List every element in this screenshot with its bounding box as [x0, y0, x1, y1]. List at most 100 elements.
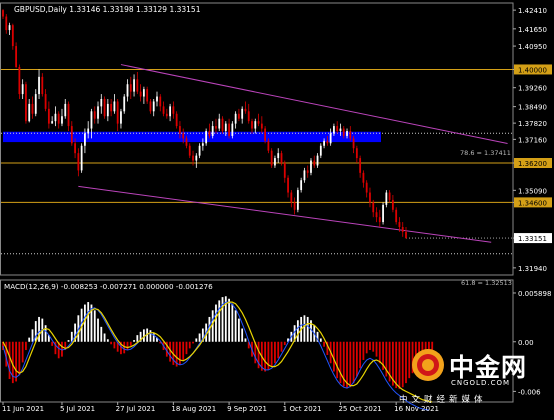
candle-body — [159, 96, 162, 107]
macd-histogram-bar — [84, 304, 86, 342]
macd-histogram-bar — [359, 341, 362, 369]
candle-body — [267, 140, 270, 151]
macd-histogram-bar — [44, 325, 47, 342]
candle-body — [139, 91, 142, 97]
time-tick-label: 25 Oct 2021 — [338, 405, 381, 413]
macd-histogram-bar — [369, 341, 371, 351]
candle-body — [398, 222, 401, 227]
candle-body — [326, 140, 329, 144]
candle-body — [257, 121, 260, 124]
macd-histogram-bar — [136, 335, 139, 342]
price-tag-label: 1.33151 — [518, 235, 547, 243]
candle-body — [175, 113, 178, 127]
macd-histogram-bar — [270, 341, 273, 367]
candle-body — [395, 209, 398, 223]
macd-histogram-bar — [346, 341, 348, 389]
candle-body — [34, 94, 37, 114]
candle-body — [38, 76, 40, 95]
macd-histogram-bar — [339, 341, 342, 384]
candle-body — [323, 140, 325, 146]
macd-histogram-bar — [113, 341, 116, 349]
candle-body — [313, 160, 316, 166]
macd-histogram-bar — [238, 318, 240, 342]
macd-histogram-bar — [231, 303, 234, 342]
macd-histogram-bar — [323, 341, 325, 347]
candle-body — [339, 128, 342, 131]
candle-body — [300, 180, 303, 191]
candle-body — [264, 128, 267, 141]
candle-body — [375, 212, 378, 218]
macd-histogram-bar — [372, 341, 375, 352]
candle-body — [97, 106, 99, 119]
watermark-slogan: 中文财经新媒体 — [399, 395, 487, 405]
candle-body — [25, 84, 27, 122]
candle-body — [244, 108, 247, 112]
candle-body — [126, 84, 129, 97]
candle-body — [205, 131, 208, 144]
candle-body — [182, 133, 185, 139]
candle-body — [329, 133, 332, 144]
macd-histogram-bar — [133, 340, 135, 342]
watermark-url: CNGOLD.COM — [451, 379, 511, 387]
candle-body — [152, 101, 155, 112]
macd-histogram-bar — [21, 341, 24, 363]
candle-body — [185, 138, 188, 146]
candle-body — [362, 172, 365, 183]
macd-histogram-bar — [277, 341, 280, 359]
macd-histogram-bar — [375, 341, 378, 357]
macd-histogram-bar — [185, 341, 188, 355]
price-tick-label: 1.42410 — [518, 7, 547, 15]
macd-histogram-bar — [149, 330, 152, 342]
candle-body — [146, 89, 149, 102]
candle-body — [28, 103, 31, 122]
macd-histogram-bar — [280, 341, 283, 352]
macd-histogram-bar — [365, 341, 368, 354]
price-tick-label: 1.31940 — [518, 265, 547, 273]
macd-histogram-bar — [401, 341, 404, 388]
candle-body — [382, 204, 384, 223]
macd-histogram-bar — [179, 341, 181, 365]
candle-body — [208, 131, 211, 136]
price-tick-label: 1.37820 — [518, 120, 547, 128]
candle-body — [228, 123, 230, 136]
candle-body — [372, 202, 375, 213]
chart-symbol-header: GBPUSD,Daily 1.33146 1.33198 1.33129 1.3… — [14, 5, 201, 14]
macd-histogram-bar — [67, 340, 70, 342]
macd-histogram-bar — [349, 341, 352, 388]
macd-histogram-bar — [103, 333, 106, 342]
candle-body — [296, 190, 299, 210]
candle-body — [5, 16, 8, 31]
candle-body — [336, 126, 339, 131]
candle-body — [342, 128, 345, 136]
macd-histogram-bar — [274, 341, 276, 364]
candle-body — [133, 79, 135, 92]
candle-body — [87, 128, 90, 134]
candle-body — [15, 46, 18, 67]
price-tick-label: 1.38490 — [518, 104, 547, 112]
candle-body — [31, 103, 34, 114]
candle-body — [346, 131, 348, 136]
time-tick-label: 5 Jul 2021 — [60, 405, 95, 413]
macd-histogram-bar — [110, 341, 113, 345]
candle-body — [316, 155, 319, 166]
candle-body — [74, 143, 76, 154]
candle-body — [80, 145, 83, 171]
macd-histogram-bar — [31, 329, 34, 342]
macd-histogram-bar — [25, 341, 27, 351]
candle-body — [51, 121, 54, 124]
price-tag-label: 1.34600 — [518, 199, 547, 207]
candle-body — [319, 145, 322, 156]
candle-body — [41, 76, 44, 95]
macd-histogram-bar — [264, 341, 267, 372]
macd-histogram-bar — [211, 310, 214, 342]
candle-body — [54, 113, 57, 122]
macd-histogram-bar — [28, 337, 31, 342]
candle-body — [254, 121, 257, 129]
candle-body — [218, 118, 221, 129]
macd-histogram-bar — [336, 341, 339, 379]
candle-body — [260, 123, 263, 129]
macd-histogram-bar — [296, 320, 299, 342]
candle-body — [198, 145, 201, 156]
candle-body — [349, 131, 352, 139]
candle-body — [241, 108, 244, 119]
